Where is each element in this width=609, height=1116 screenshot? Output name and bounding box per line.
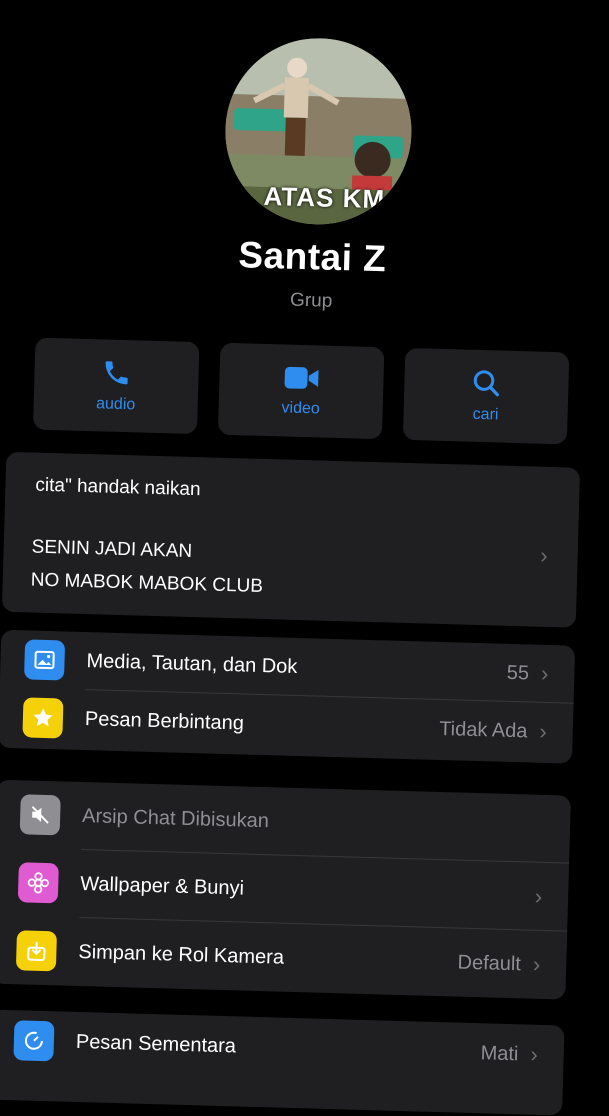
description-body: SENIN JADI AKAN NO MABOK MABOK CLUB [30,531,264,603]
photo-caption: ATAS KM [263,181,385,215]
group-description[interactable]: cita" handak naikan SENIN JADI AKAN NO M… [2,452,580,628]
group-name: Santai Z [7,228,609,287]
chevron-right-icon: › [539,719,547,745]
phone-icon [101,357,132,388]
row-label: Wallpaper & Bunyi [80,873,535,909]
flower-icon [18,862,59,903]
star-icon [22,697,63,738]
row-label: Simpan ke Rol Kamera [78,940,458,974]
video-camera-icon [283,363,320,392]
video-label: video [281,399,320,418]
disappearing-value: Mati [480,1042,518,1066]
chevron-right-icon: › [541,661,549,687]
media-count: 55 [506,661,529,685]
search-label: cari [472,406,498,425]
row-label: Pesan Berbintang [85,708,440,741]
action-buttons: audio video cari [33,338,569,445]
description-line-3: NO MABOK MABOK CLUB [30,564,263,603]
group-avatar[interactable]: ATAS KM [223,36,414,227]
photo-icon [24,639,65,680]
row-disappearing-messages[interactable]: Pesan Sementara Mati › [0,1010,565,1086]
chat-settings-section: Arsip Chat Dibisukan Wallpaper & Bunyi ›… [0,780,571,1000]
mute-icon [20,794,61,835]
search-button[interactable]: cari [403,348,570,445]
media-section: Media, Tautan, dan Dok 55 › Pesan Berbin… [0,630,575,764]
row-label: Media, Tautan, dan Dok [86,650,507,685]
search-icon [471,368,502,399]
row-label: Pesan Sementara [76,1030,481,1064]
disappearing-section: Pesan Sementara Mati › [0,1010,565,1116]
chevron-right-icon: › [540,543,548,569]
starred-value: Tidak Ada [439,717,528,742]
save-value: Default [457,951,521,976]
description-line-1: cita" handak naikan [35,475,201,502]
chevron-right-icon: › [530,1042,538,1068]
group-type: Grup [6,282,609,321]
chevron-right-icon: › [533,952,541,978]
audio-call-button[interactable]: audio [33,338,200,435]
video-call-button[interactable]: video [218,343,385,440]
group-info-screen: ATAS KM Santai Z Grup audio video cari c… [0,0,609,1090]
chevron-right-icon: › [534,884,542,910]
row-label: Arsip Chat Dibisukan [82,805,570,842]
download-icon [16,930,57,971]
audio-label: audio [96,395,136,414]
timer-icon [13,1020,54,1061]
